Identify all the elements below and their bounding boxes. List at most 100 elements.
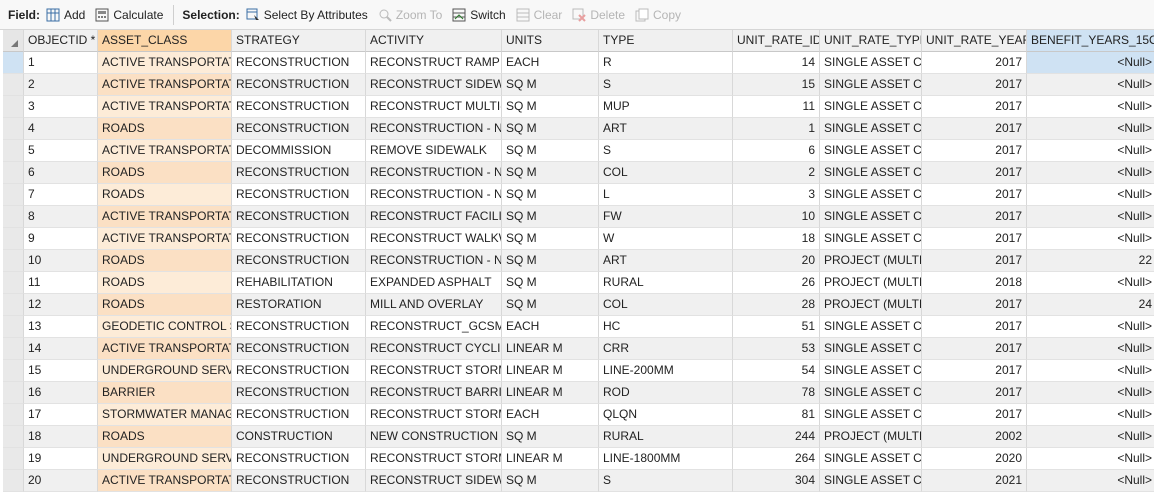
col-strategy-cell[interactable]: RECONSTRUCTION	[232, 404, 366, 426]
col-type-cell[interactable]: S	[599, 74, 733, 96]
col-unit-rate-year-cell[interactable]: 2017	[922, 52, 1027, 74]
col-type-cell[interactable]: RURAL	[599, 272, 733, 294]
col-type-cell[interactable]: MUP	[599, 96, 733, 118]
col-unit-rate-year-cell[interactable]: 2017	[922, 250, 1027, 272]
col-units-cell[interactable]: SQ M	[502, 96, 599, 118]
col-benefit-years-15ob-cell[interactable]: <Null>	[1027, 272, 1154, 294]
col-objectid-cell[interactable]: 2	[24, 74, 98, 96]
col-objectid-cell[interactable]: 8	[24, 206, 98, 228]
table-row[interactable]: 1ACTIVE TRANSPORTATIORECONSTRUCTIONRECON…	[3, 52, 1154, 74]
col-objectid-cell[interactable]: 1	[24, 52, 98, 74]
col-strategy-cell[interactable]: RESTORATION	[232, 294, 366, 316]
table-row[interactable]: 12 ROADS RESTORATION MILL AND OVERLAY SQ M CO…	[3, 294, 1154, 316]
col-unit-rate-year-cell[interactable]: 2017	[922, 118, 1027, 140]
switch-selection-button[interactable]: Switch	[452, 8, 506, 22]
col-unit-rate-type-cell[interactable]: PROJECT (MULTIPI	[820, 272, 922, 294]
col-strategy-cell[interactable]: RECONSTRUCTION	[232, 96, 366, 118]
col-unit-rate-year-cell[interactable]: 2017	[922, 140, 1027, 162]
row-selector[interactable]	[3, 74, 24, 96]
row-selector[interactable]	[3, 360, 24, 382]
col-asset-class-cell[interactable]: ACTIVE TRANSPORTATIO	[98, 206, 232, 228]
col-asset-class-cell[interactable]: ACTIVE TRANSPORTATIO	[98, 74, 232, 96]
col-benefit-years-15ob-cell[interactable]: <Null>	[1027, 96, 1154, 118]
col-units-cell[interactable]: SQ M	[502, 228, 599, 250]
table-row[interactable]: 16 BARRIER RECONSTRUCTION RECONSTRUCT BARRI…	[3, 382, 1154, 404]
col-strategy-cell[interactable]: RECONSTRUCTION	[232, 74, 366, 96]
col-benefit-years-15ob-cell[interactable]: <Null>	[1027, 228, 1154, 250]
col-benefit-years-15ob-cell[interactable]: <Null>	[1027, 316, 1154, 338]
col-type-cell[interactable]: ART	[599, 118, 733, 140]
col-activity-header[interactable]: ACTIVITY	[366, 30, 502, 52]
table-row[interactable]: 18 ROADS CONSTRUCTION NEW CONSTRUCTION SQ MR…	[3, 426, 1154, 448]
col-units-cell[interactable]: SQ M	[502, 140, 599, 162]
col-type-cell[interactable]: QLQN	[599, 404, 733, 426]
col-strategy-header[interactable]: STRATEGY	[232, 30, 366, 52]
col-benefit-years-15ob-cell[interactable]: <Null>	[1027, 470, 1154, 492]
col-type-header[interactable]: TYPE	[599, 30, 733, 52]
col-unit-rate-id-cell[interactable]: 1	[733, 118, 820, 140]
col-units-cell[interactable]: LINEAR M	[502, 338, 599, 360]
copy-selection-button[interactable]: Copy	[635, 8, 681, 22]
col-unit-rate-year-cell[interactable]: 2017	[922, 316, 1027, 338]
col-activity-cell[interactable]: RECONSTRUCT STORM C	[366, 448, 502, 470]
col-strategy-cell[interactable]: RECONSTRUCTION	[232, 360, 366, 382]
col-units-cell[interactable]: LINEAR M	[502, 448, 599, 470]
col-benefit-years-15ob-cell[interactable]: <Null>	[1027, 184, 1154, 206]
col-units-cell[interactable]: SQ M	[502, 206, 599, 228]
col-strategy-cell[interactable]: RECONSTRUCTION	[232, 470, 366, 492]
clear-selection-button[interactable]: Clear	[516, 8, 562, 22]
col-strategy-cell[interactable]: RECONSTRUCTION	[232, 316, 366, 338]
col-activity-cell[interactable]: RECONSTRUCT MULTI-U	[366, 96, 502, 118]
col-unit-rate-id-cell[interactable]: 54	[733, 360, 820, 382]
col-units-cell[interactable]: EACH	[502, 316, 599, 338]
col-unit-rate-id-cell[interactable]: 53	[733, 338, 820, 360]
calculate-field-button[interactable]: Calculate	[95, 8, 163, 22]
col-unit-rate-id-cell[interactable]: 51	[733, 316, 820, 338]
col-unit-rate-type-cell[interactable]: SINGLE ASSET CLA	[820, 74, 922, 96]
col-asset-class-cell[interactable]: ACTIVE TRANSPORTATIO	[98, 228, 232, 250]
col-unit-rate-type-cell[interactable]: SINGLE ASSET CLA	[820, 316, 922, 338]
table-row[interactable]: 9ACTIVE TRANSPORTATIORECONSTRUCTIONRECON…	[3, 228, 1154, 250]
row-selector[interactable]	[3, 404, 24, 426]
select-all-corner[interactable]	[3, 30, 24, 52]
col-type-cell[interactable]: HC	[599, 316, 733, 338]
col-unit-rate-id-cell[interactable]: 3	[733, 184, 820, 206]
table-row[interactable]: 15UNDERGROUND SERVICIRECONSTRUCTIONRECON…	[3, 360, 1154, 382]
col-asset-class-cell[interactable]: ACTIVE TRANSPORTATIO	[98, 470, 232, 492]
col-asset-class-cell[interactable]: UNDERGROUND SERVICI	[98, 360, 232, 382]
col-objectid-cell[interactable]: 17	[24, 404, 98, 426]
col-activity-cell[interactable]: RECONSTRUCT STORMW	[366, 404, 502, 426]
col-type-cell[interactable]: LINE-1800MM	[599, 448, 733, 470]
col-units-cell[interactable]: EACH	[502, 52, 599, 74]
col-activity-cell[interactable]: RECONSTRUCT SIDEWAL	[366, 470, 502, 492]
col-activity-cell[interactable]: MILL AND OVERLAY	[366, 294, 502, 316]
col-unit-rate-type-cell[interactable]: SINGLE ASSET CLA	[820, 360, 922, 382]
col-unit-rate-year-cell[interactable]: 2017	[922, 338, 1027, 360]
col-unit-rate-id-cell[interactable]: 20	[733, 250, 820, 272]
col-objectid-cell[interactable]: 19	[24, 448, 98, 470]
col-unit-rate-id-cell[interactable]: 11	[733, 96, 820, 118]
col-unit-rate-year-header[interactable]: UNIT_RATE_YEAR	[922, 30, 1027, 52]
col-strategy-cell[interactable]: RECONSTRUCTION	[232, 382, 366, 404]
col-unit-rate-year-cell[interactable]: 2017	[922, 360, 1027, 382]
row-selector[interactable]	[3, 118, 24, 140]
col-asset-class-cell[interactable]: ACTIVE TRANSPORTATIO	[98, 338, 232, 360]
col-objectid-cell[interactable]: 14	[24, 338, 98, 360]
col-unit-rate-id-cell[interactable]: 78	[733, 382, 820, 404]
col-asset-class-cell[interactable]: GEODETIC CONTROL SU	[98, 316, 232, 338]
col-unit-rate-id-cell[interactable]: 28	[733, 294, 820, 316]
col-type-cell[interactable]: FW	[599, 206, 733, 228]
col-units-cell[interactable]: SQ M	[502, 426, 599, 448]
col-asset-class-cell[interactable]: BARRIER	[98, 382, 232, 404]
col-units-cell[interactable]: SQ M	[502, 184, 599, 206]
col-benefit-years-15ob-cell[interactable]: <Null>	[1027, 360, 1154, 382]
row-selector[interactable]	[3, 250, 24, 272]
col-units-cell[interactable]: EACH	[502, 404, 599, 426]
col-strategy-cell[interactable]: RECONSTRUCTION	[232, 338, 366, 360]
col-benefit-years-15ob-cell[interactable]: <Null>	[1027, 426, 1154, 448]
row-selector[interactable]	[3, 316, 24, 338]
col-benefit-years-15ob-cell[interactable]: <Null>	[1027, 74, 1154, 96]
col-objectid-cell[interactable]: 3	[24, 96, 98, 118]
row-selector[interactable]	[3, 184, 24, 206]
table-row[interactable]: 5ACTIVE TRANSPORTATIODECOMMISSIONREMOVE …	[3, 140, 1154, 162]
